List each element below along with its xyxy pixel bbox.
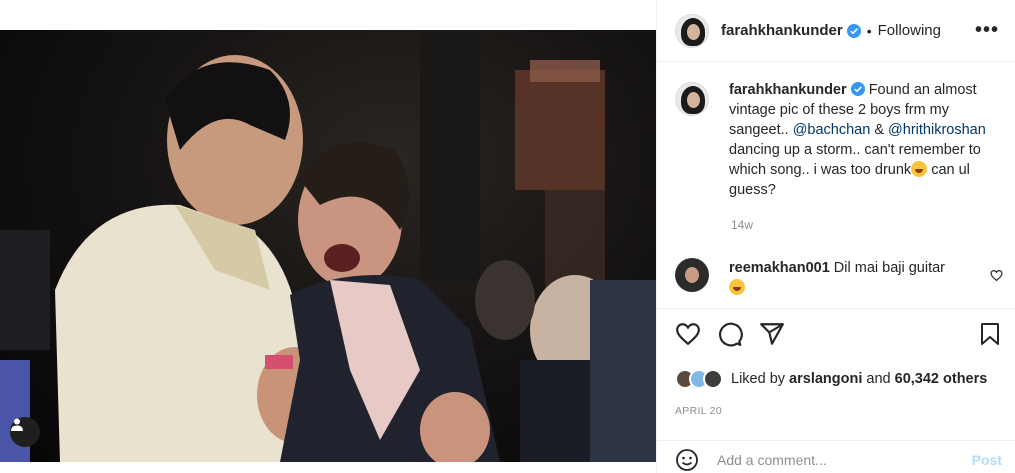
photo-top-margin [0, 0, 656, 30]
liker-username[interactable]: arslangoni [789, 371, 862, 387]
smile-icon[interactable] [675, 448, 699, 472]
mention-bachchan[interactable]: @bachchan [793, 122, 871, 138]
caption-username[interactable]: farahkhankunder [729, 82, 847, 98]
post-header: farahkhankunder • Following ••• [657, 0, 1015, 62]
comment-icon[interactable] [717, 321, 743, 347]
post-date[interactable]: APRIL 20 [675, 405, 722, 417]
likes-summary: Liked by arslangoni and 60,342 others [675, 369, 987, 389]
author-avatar[interactable] [675, 13, 709, 48]
action-bar [657, 308, 1015, 358]
likes-text: Liked by arslangoni and 60,342 others [731, 371, 987, 387]
post-photo[interactable] [0, 30, 656, 462]
verified-badge-icon [846, 23, 861, 38]
author-username[interactable]: farahkhankunder [721, 22, 843, 39]
caption-avatar[interactable] [675, 82, 709, 116]
photo-illustration [0, 30, 656, 462]
likes-count[interactable]: 60,342 others [895, 371, 988, 387]
liker-avatar [703, 369, 723, 389]
verified-badge-icon [850, 82, 865, 96]
comment-text: Dil mai baji guitar [833, 260, 946, 276]
commenter-username[interactable]: reemakhan001 [729, 260, 830, 276]
caption-body: farahkhankunder Found an almost vintage … [729, 80, 1005, 200]
comment-item: reemakhan001 Dil mai baji guitar [675, 258, 1005, 298]
mention-hrithikroshan[interactable]: @hrithikroshan [888, 122, 986, 138]
following-button[interactable]: Following [878, 22, 941, 39]
photo-bottom-margin [0, 462, 656, 473]
tag-user-icon[interactable] [10, 417, 40, 447]
caption-text-2: & [874, 122, 885, 138]
laughing-emoji-icon [729, 279, 745, 295]
add-comment-input[interactable]: Add a comment... [717, 452, 827, 468]
comment-like-heart-icon[interactable] [990, 269, 1003, 282]
caption-time[interactable]: 14w [731, 218, 753, 232]
commenter-avatar[interactable] [675, 258, 709, 292]
share-icon[interactable] [759, 321, 785, 347]
likes-and: and [866, 371, 891, 387]
add-comment-bar: Add a comment... Post [657, 440, 1015, 473]
post-side-panel: farahkhankunder • Following ••• farahkha… [656, 0, 1015, 473]
post-comment-button[interactable]: Post [972, 452, 1002, 468]
drunk-emoji-icon [911, 161, 928, 177]
separator-dot: • [866, 22, 872, 39]
more-options-icon[interactable]: ••• [975, 19, 999, 42]
bookmark-icon[interactable] [978, 321, 1002, 347]
heart-icon[interactable] [675, 321, 701, 347]
post-caption: farahkhankunder Found an almost vintage … [675, 80, 1005, 200]
liked-by-prefix: Liked by [731, 371, 786, 387]
comment-body: reemakhan001 Dil mai baji guitar [729, 258, 979, 298]
